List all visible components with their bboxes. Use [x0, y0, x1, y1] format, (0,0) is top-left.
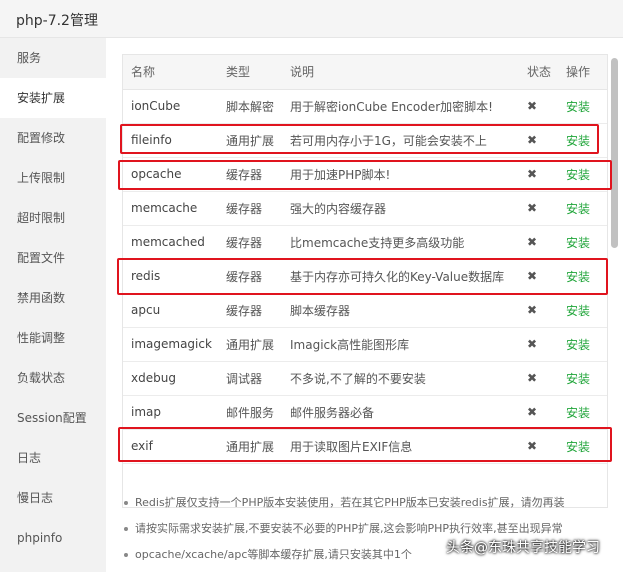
sidebar-item-disabled-functions[interactable]: 禁用函数 — [0, 278, 106, 318]
ext-desc: 邮件服务器必备 — [282, 395, 519, 430]
table-row: imagemagick 通用扩展 Imagick高性能图形库 ✖ 安装 — [123, 327, 607, 362]
ext-type: 缓存器 — [218, 225, 282, 260]
ext-type: 缓存器 — [218, 293, 282, 328]
ext-desc: 脚本缓存器 — [282, 293, 519, 328]
ext-name: imap — [123, 395, 218, 430]
watermark: 头条@东珠共享技能学习 — [446, 540, 600, 556]
table-row: memcache 缓存器 强大的内容缓存器 ✖ 安装 — [123, 191, 607, 226]
sidebar-item-performance[interactable]: 性能调整 — [0, 318, 106, 358]
install-link[interactable]: 安装 — [558, 293, 607, 328]
window-titlebar: php-7.2管理 — [0, 0, 623, 38]
sidebar-item-config-file[interactable]: 配置文件 — [0, 238, 106, 278]
install-link[interactable]: 安装 — [558, 395, 607, 430]
ext-type: 缓存器 — [218, 191, 282, 226]
ext-name: imagemagick — [123, 327, 218, 362]
status-x-icon: ✖ — [519, 361, 558, 396]
ext-name: apcu — [123, 293, 218, 328]
install-link[interactable]: 安装 — [558, 327, 607, 362]
status-x-icon: ✖ — [519, 191, 558, 226]
highlight-box-opcache — [118, 160, 612, 190]
header-op: 操作 — [558, 55, 607, 90]
note-item: Redis扩展仅支持一个PHP版本安装使用，若在其它PHP版本已安装redis扩… — [124, 490, 619, 516]
status-x-icon: ✖ — [519, 89, 558, 124]
sidebar-item-slow-log[interactable]: 慢日志 — [0, 478, 106, 518]
header-status: 状态 — [519, 55, 558, 90]
sidebar-item-log[interactable]: 日志 — [0, 438, 106, 478]
sidebar-item-config-edit[interactable]: 配置修改 — [0, 118, 106, 158]
status-x-icon: ✖ — [519, 395, 558, 430]
ext-type: 邮件服务 — [218, 395, 282, 430]
table-row: memcached 缓存器 比memcache支持更多高级功能 ✖ 安装 — [123, 225, 607, 260]
ext-desc: 用于解密ionCube Encoder加密脚本! — [282, 89, 519, 124]
highlight-box-fileinfo — [120, 124, 599, 154]
ext-type: 通用扩展 — [218, 327, 282, 362]
sidebar-item-install-extensions[interactable]: 安装扩展 — [0, 78, 106, 118]
sidebar: 服务 安装扩展 配置修改 上传限制 超时限制 配置文件 禁用函数 性能调整 负载… — [0, 38, 106, 572]
install-link[interactable]: 安装 — [558, 361, 607, 396]
ext-name: xdebug — [123, 361, 218, 396]
table-row: ionCube 脚本解密 用于解密ionCube Encoder加密脚本! ✖ … — [123, 89, 607, 124]
ext-desc: 不多说,不了解的不要安装 — [282, 361, 519, 396]
header-type: 类型 — [218, 55, 282, 90]
sidebar-item-session-config[interactable]: Session配置 — [0, 398, 106, 438]
sidebar-item-upload-limit[interactable]: 上传限制 — [0, 158, 106, 198]
header-name: 名称 — [123, 55, 218, 90]
ext-name: memcached — [123, 225, 218, 260]
window-title: php-7.2管理 — [16, 13, 98, 29]
install-link[interactable]: 安装 — [558, 89, 607, 124]
sidebar-item-load-status[interactable]: 负载状态 — [0, 358, 106, 398]
ext-name: ionCube — [123, 89, 218, 124]
status-x-icon: ✖ — [519, 225, 558, 260]
table-header-row: 名称 类型 说明 状态 操作 — [123, 55, 607, 90]
table-row: imap 邮件服务 邮件服务器必备 ✖ 安装 — [123, 395, 607, 430]
table-row: apcu 缓存器 脚本缓存器 ✖ 安装 — [123, 293, 607, 328]
sidebar-item-service[interactable]: 服务 — [0, 38, 106, 78]
main-content: 名称 类型 说明 状态 操作 ionCube 脚本解密 用于解密ionCube … — [106, 38, 623, 572]
status-x-icon: ✖ — [519, 327, 558, 362]
sidebar-item-timeout-limit[interactable]: 超时限制 — [0, 198, 106, 238]
install-link[interactable]: 安装 — [558, 225, 607, 260]
ext-desc: Imagick高性能图形库 — [282, 327, 519, 362]
ext-desc: 强大的内容缓存器 — [282, 191, 519, 226]
install-link[interactable]: 安装 — [558, 191, 607, 226]
ext-name: memcache — [123, 191, 218, 226]
table-row: xdebug 调试器 不多说,不了解的不要安装 ✖ 安装 — [123, 361, 607, 396]
table-scrollbar[interactable] — [611, 58, 618, 248]
highlight-box-exif — [118, 427, 612, 462]
header-desc: 说明 — [282, 55, 519, 90]
ext-type: 脚本解密 — [218, 89, 282, 124]
sidebar-item-phpinfo[interactable]: phpinfo — [0, 518, 106, 558]
ext-desc: 比memcache支持更多高级功能 — [282, 225, 519, 260]
highlight-box-redis — [117, 258, 608, 295]
status-x-icon: ✖ — [519, 293, 558, 328]
ext-type: 调试器 — [218, 361, 282, 396]
